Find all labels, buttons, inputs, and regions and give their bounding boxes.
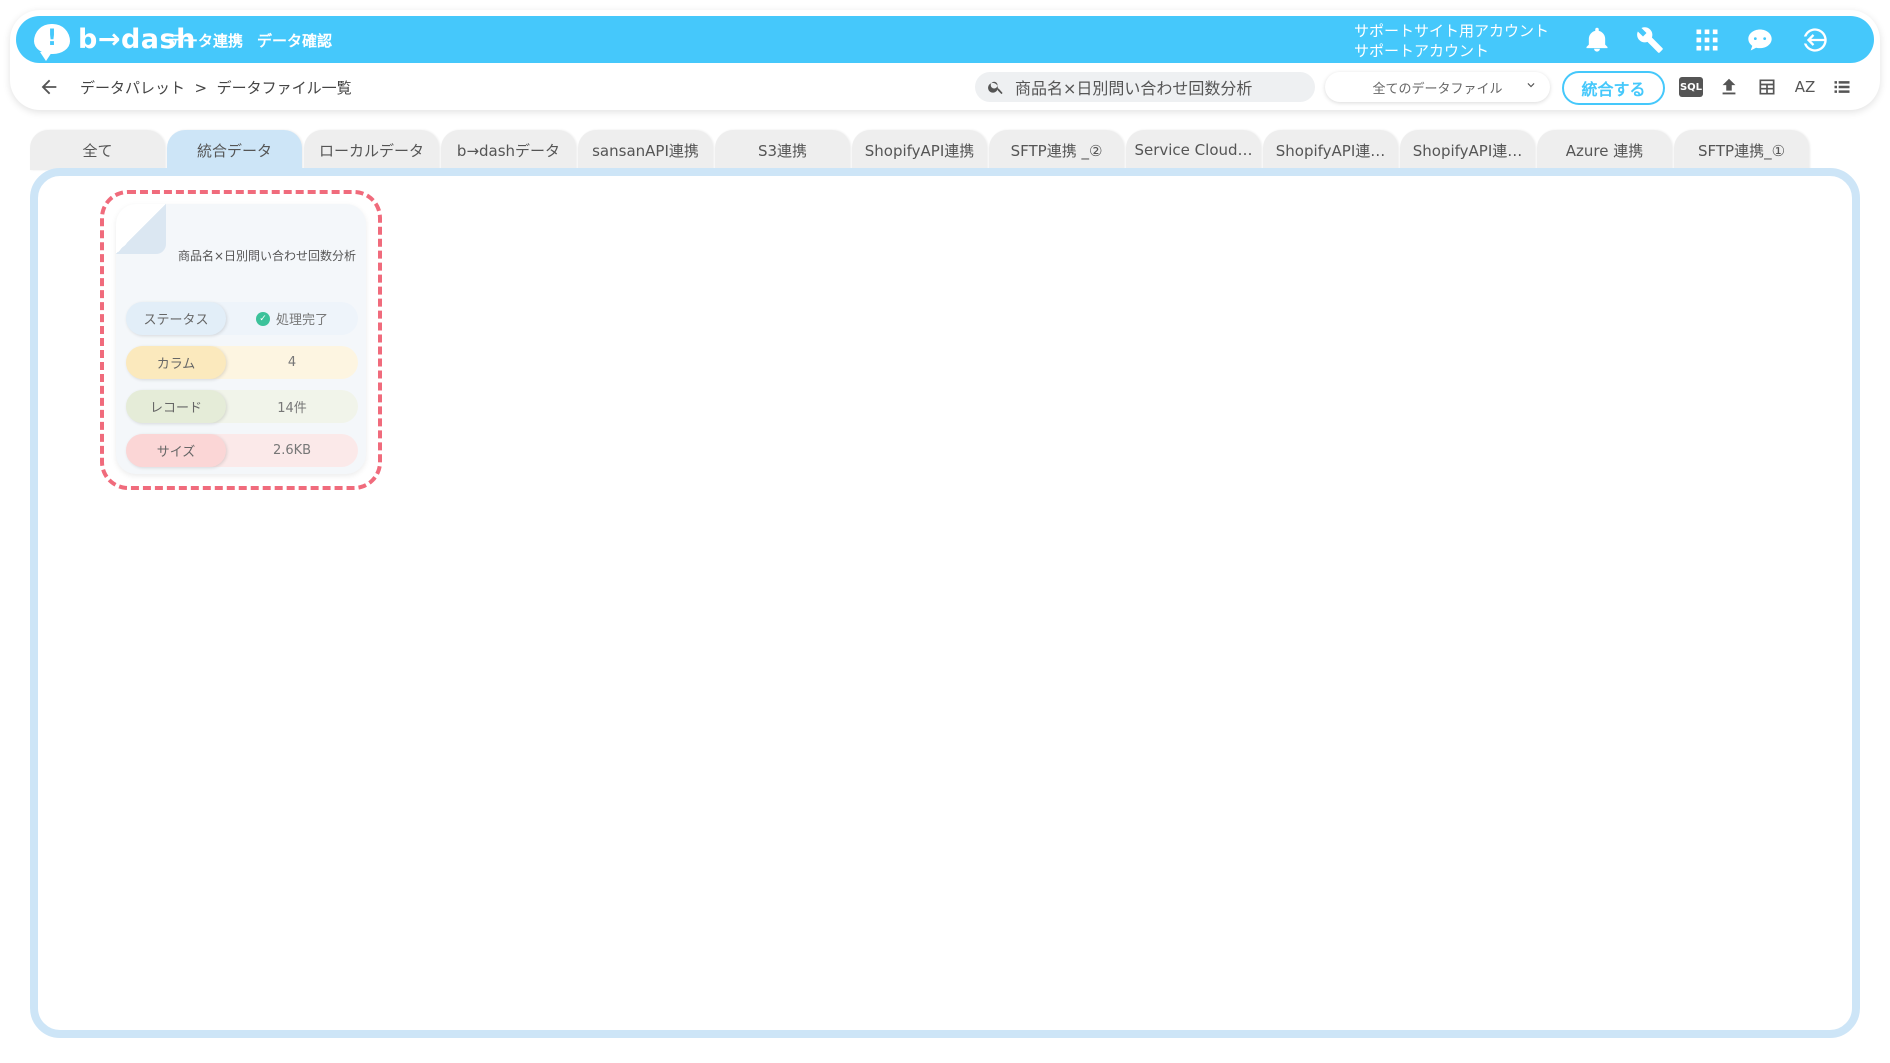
record-row: レコード 14件 <box>126 390 358 423</box>
nav-data-integration[interactable]: データ連携 <box>168 30 243 51</box>
tab-s3[interactable]: S3連携 <box>715 130 850 170</box>
wrench-settings-icon[interactable] <box>1633 23 1667 57</box>
size-row: サイズ 2.6KB <box>126 434 358 467</box>
sub-toolbar: データパレット > データファイル一覧 全てのデータファイル 統合する SQL … <box>0 70 1890 106</box>
tab-sftp-2[interactable]: SFTP連携 _② <box>989 130 1124 170</box>
logout-icon[interactable] <box>1798 23 1832 57</box>
tab-shopify-api-3[interactable]: ShopifyAPI連… <box>1400 130 1535 170</box>
status-value-text: 処理完了 <box>275 313 328 328</box>
app-grid-icon[interactable] <box>1690 23 1724 57</box>
top-navigation-bar: b→dash データ連携 データ確認 サポートサイト用アカウント サポートアカウ… <box>16 16 1874 63</box>
check-circle-icon: ✓ <box>255 311 270 326</box>
size-value: 2.6KB <box>272 443 312 458</box>
tab-azure[interactable]: Azure 連携 <box>1537 130 1672 170</box>
back-arrow-icon[interactable] <box>38 76 60 98</box>
sql-icon-label: SQL <box>1679 77 1703 97</box>
tab-integrated-data[interactable]: 統合データ <box>167 130 302 170</box>
status-value: ✓ 処理完了 <box>226 302 358 335</box>
search-icon <box>988 81 1003 95</box>
nav-data-check[interactable]: データ確認 <box>257 30 332 51</box>
table-view-icon[interactable] <box>1754 75 1780 99</box>
tab-sftp-1[interactable]: SFTP連携_① <box>1674 130 1809 170</box>
file-card[interactable]: 商品名×日別問い合わせ回数分析 ステータス ✓ 処理完了 カラム 4 レコード … <box>116 204 366 474</box>
file-card-title: 商品名×日別問い合わせ回数分析 <box>178 249 357 263</box>
status-row: ステータス ✓ 処理完了 <box>126 302 358 335</box>
tab-local-data[interactable]: ローカルデータ <box>304 130 439 170</box>
account-info[interactable]: サポートサイト用アカウント サポートアカウント <box>1354 21 1549 61</box>
upload-icon[interactable] <box>1716 75 1742 99</box>
account-name-line2: サポートアカウント <box>1354 42 1490 60</box>
support-chat-icon[interactable] <box>1743 23 1777 57</box>
list-view-icon[interactable] <box>1829 75 1855 99</box>
column-label: カラム <box>126 346 226 379</box>
breadcrumb: データパレット > データファイル一覧 <box>80 79 352 97</box>
highlighted-file-card[interactable]: 商品名×日別問い合わせ回数分析 ステータス ✓ 処理完了 カラム 4 レコード … <box>100 190 382 490</box>
status-label: ステータス <box>126 302 226 335</box>
tab-service-cloud[interactable]: Service Cloud… <box>1126 130 1261 170</box>
merge-button[interactable]: 統合する <box>1562 71 1665 105</box>
file-icon <box>116 204 166 254</box>
size-label: サイズ <box>126 434 226 467</box>
column-row: カラム 4 <box>126 346 358 379</box>
tab-all[interactable]: 全て <box>30 130 165 170</box>
tab-bdash-data[interactable]: b→dashデータ <box>441 130 576 170</box>
search-input[interactable] <box>1013 76 1307 98</box>
sort-az-label: AZ <box>1794 78 1816 96</box>
record-label: レコード <box>126 390 226 423</box>
column-value: 4 <box>287 355 297 370</box>
sql-icon[interactable]: SQL <box>1678 75 1704 99</box>
notification-bell-icon[interactable] <box>1580 23 1614 57</box>
tab-shopify-api[interactable]: ShopifyAPI連携 <box>852 130 987 170</box>
chevron-down-icon <box>1527 83 1535 88</box>
record-value: 14件 <box>277 401 307 416</box>
tab-sansan-api[interactable]: sansanAPI連携 <box>578 130 713 170</box>
search-box <box>975 72 1315 102</box>
file-type-select[interactable]: 全てのデータファイル <box>1325 72 1550 102</box>
file-select-value: 全てのデータファイル <box>1372 81 1503 97</box>
account-name-line1: サポートサイト用アカウント <box>1354 22 1550 40</box>
sort-az-icon[interactable]: AZ <box>1792 75 1818 99</box>
tab-shopify-api-2[interactable]: ShopifyAPI連… <box>1263 130 1398 170</box>
bdash-logo-icon <box>34 24 70 61</box>
